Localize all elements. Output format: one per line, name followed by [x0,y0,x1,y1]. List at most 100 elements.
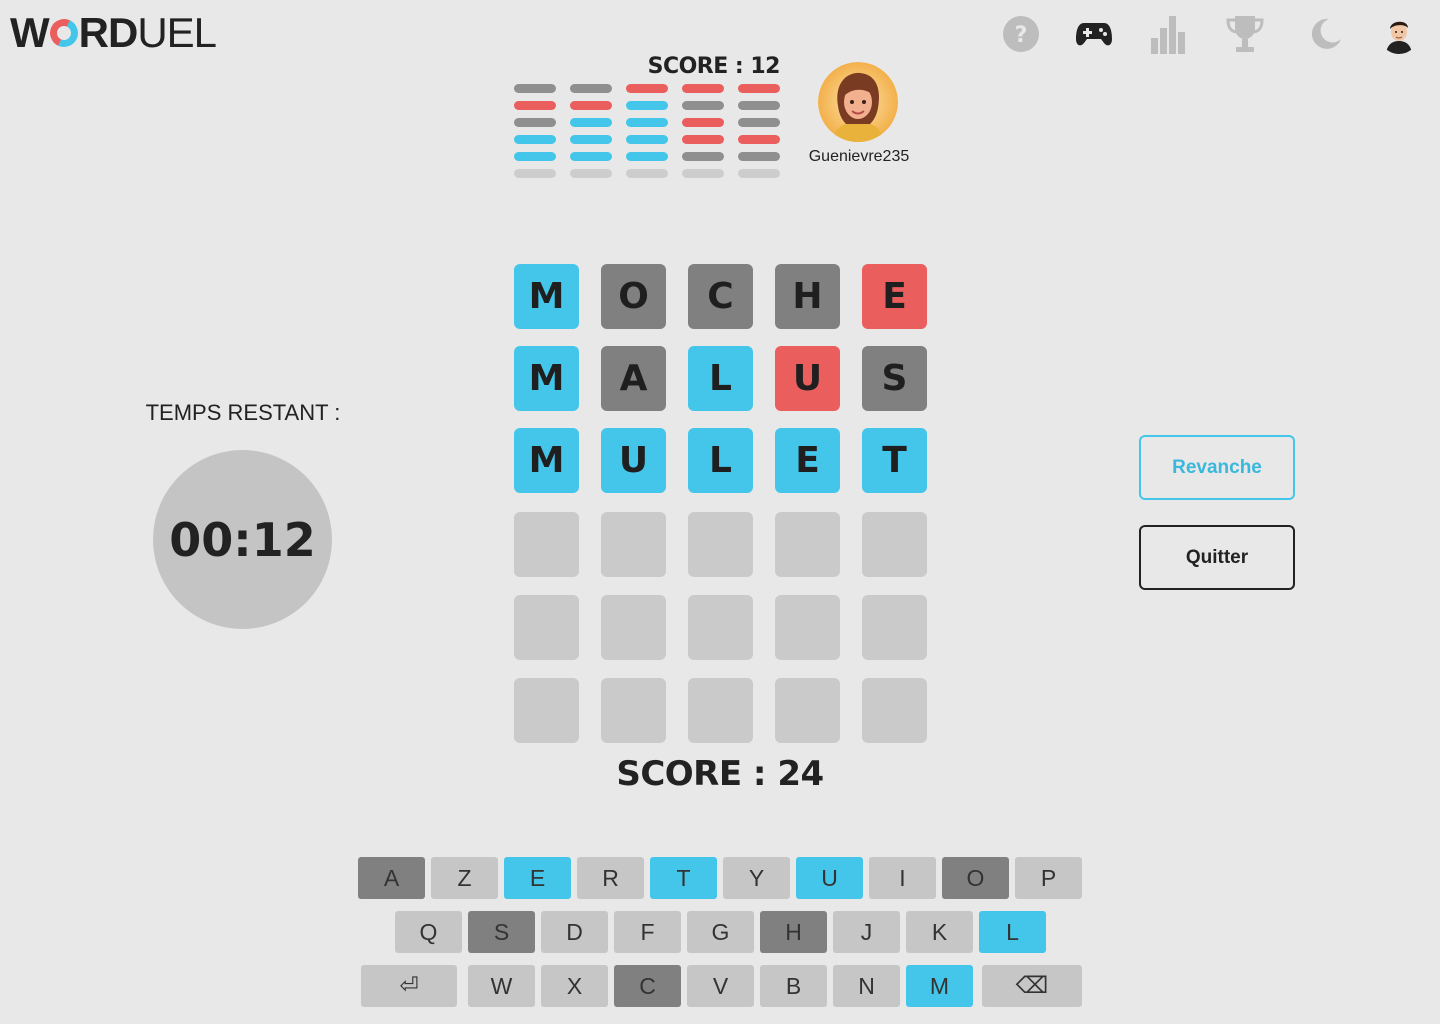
key-m[interactable]: M [906,965,973,1007]
opponent-history-bar [738,135,780,144]
letter-tile: U [775,346,840,411]
logo-text-w: W [10,9,50,56]
enter-key[interactable]: ⏎ [361,965,457,1007]
empty-tile [775,678,840,743]
backspace-key[interactable]: ⌫ [982,965,1082,1007]
key-g[interactable]: G [687,911,754,953]
key-q[interactable]: Q [395,911,462,953]
letter-tile: L [688,428,753,493]
opponent-score: SCORE : 12 [647,54,781,79]
logo-ring-icon [45,15,82,51]
key-d[interactable]: D [541,911,608,953]
key-i[interactable]: I [869,857,936,899]
letter-tile: M [514,428,579,493]
quit-button[interactable]: Quitter [1139,525,1295,590]
trophy-icon[interactable] [1225,14,1265,54]
opponent-history-bar [570,152,612,161]
opponent-history-bar [514,152,556,161]
letter-tile: E [862,264,927,329]
key-v[interactable]: V [687,965,754,1007]
opponent-history-bar [626,84,668,93]
game-board: MOCHEMALUSMULET [514,264,927,743]
timer-circle: 00:12 [153,450,332,629]
opponent-history-bar [514,84,556,93]
key-o[interactable]: O [942,857,1009,899]
letter-tile: U [601,428,666,493]
key-x[interactable]: X [541,965,608,1007]
opponent-history-bar [570,135,612,144]
empty-tile [601,595,666,660]
opponent-history-bar [626,118,668,127]
virtual-keyboard: A Z E R T Y U I O P Q S D F G H J K L ⏎ W X C V B N M ⌫ [356,857,1086,1012]
opponent-history-bar [626,169,668,178]
empty-tile [688,678,753,743]
key-e[interactable]: E [504,857,571,899]
key-b[interactable]: B [760,965,827,1007]
key-r[interactable]: R [577,857,644,899]
empty-tile [688,512,753,577]
opponent-history-bar [570,101,612,110]
opponent-history-bar [570,118,612,127]
stats-icon[interactable] [1148,14,1188,54]
opponent-history-bar [738,84,780,93]
empty-tile [775,595,840,660]
letter-tile: T [862,428,927,493]
logo-text-rd: RD [78,9,139,56]
empty-tile [862,595,927,660]
opponent-history-bar [738,169,780,178]
opponent-history-bar [738,152,780,161]
letter-tile: E [775,428,840,493]
key-a[interactable]: A [358,857,425,899]
opponent-avatar [818,62,898,142]
svg-text:?: ? [1015,23,1028,48]
gamepad-icon[interactable] [1074,14,1114,54]
rematch-button[interactable]: Revanche [1139,435,1295,500]
key-t[interactable]: T [650,857,717,899]
letter-tile: M [514,346,579,411]
player-score: SCORE : 24 [616,754,824,794]
help-icon[interactable]: ? [1001,14,1041,54]
empty-tile [775,512,840,577]
key-z[interactable]: Z [431,857,498,899]
letter-tile: L [688,346,753,411]
opponent-history-bar [682,135,724,144]
key-j[interactable]: J [833,911,900,953]
opponent-name: Guenievre235 [808,148,910,165]
empty-tile [514,512,579,577]
app-logo[interactable]: W RD UEL [10,9,217,56]
key-s[interactable]: S [468,911,535,953]
key-k[interactable]: K [906,911,973,953]
opponent-history-bar [682,169,724,178]
user-avatar[interactable] [1379,14,1419,54]
key-y[interactable]: Y [723,857,790,899]
key-h[interactable]: H [760,911,827,953]
key-u[interactable]: U [796,857,863,899]
key-n[interactable]: N [833,965,900,1007]
empty-tile [514,678,579,743]
key-c[interactable]: C [614,965,681,1007]
opponent-history-bar [626,152,668,161]
empty-tile [601,678,666,743]
empty-tile [514,595,579,660]
key-w[interactable]: W [468,965,535,1007]
opponent-history-bar [682,101,724,110]
letter-tile: A [601,346,666,411]
key-p[interactable]: P [1015,857,1082,899]
opponent-history-bar [682,118,724,127]
opponent-history-bar [570,169,612,178]
opponent-history-bar [514,135,556,144]
letter-tile: O [601,264,666,329]
letter-tile: S [862,346,927,411]
opponent-history-bar [682,84,724,93]
opponent-history-bar [514,118,556,127]
key-l[interactable]: L [979,911,1046,953]
opponent-history-bar [738,118,780,127]
letter-tile: H [775,264,840,329]
dark-mode-icon[interactable] [1306,14,1346,54]
opponent-history-bar [626,101,668,110]
key-f[interactable]: F [614,911,681,953]
letter-tile: M [514,264,579,329]
empty-tile [688,595,753,660]
opponent-history-bar [682,152,724,161]
empty-tile [862,678,927,743]
